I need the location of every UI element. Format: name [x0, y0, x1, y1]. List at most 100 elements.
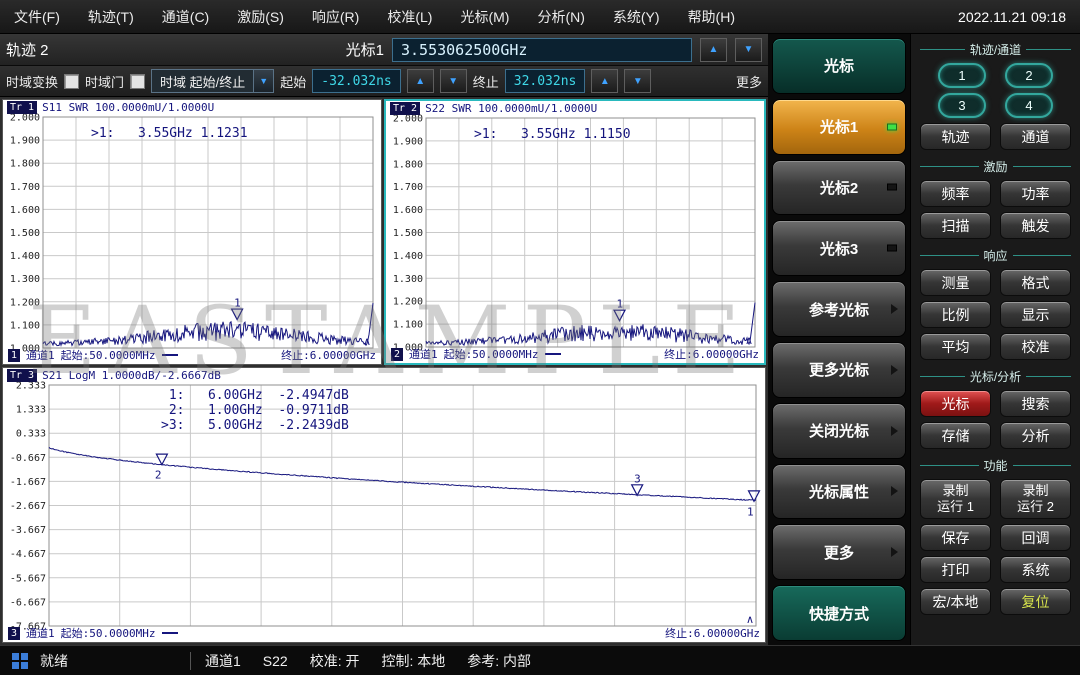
softkey-title-label: 光标 [823, 58, 854, 76]
start-label: 起始 [280, 74, 307, 90]
svg-text:1.100: 1.100 [10, 320, 40, 331]
menu-system[interactable]: 系统(Y) [599, 0, 674, 33]
softkey-menu-title: 光标 [772, 38, 906, 94]
plot-window-1[interactable]: 2.000 1.900 1.800 1.700 1.600 1.500 1.400 1.300… [2, 99, 382, 365]
menu-help[interactable]: 帮助(H) [674, 0, 749, 33]
button-line: 录制 [942, 483, 969, 498]
marker1-value-input[interactable]: 3.553062500GHz [392, 37, 692, 62]
recall-button[interactable]: 回调 [1000, 524, 1071, 551]
stop-up-button[interactable]: ▲ [591, 69, 619, 93]
menu-bar: 文件(F) 轨迹(T) 通道(C) 激励(S) 响应(R) 校准(L) 光标(M… [0, 0, 1080, 34]
menu-analysis[interactable]: 分析(N) [523, 0, 598, 33]
scale-button[interactable]: 比例 [920, 301, 991, 328]
svg-text:1.800: 1.800 [10, 159, 40, 170]
start-up-button[interactable]: ▲ [406, 69, 434, 93]
select-4-button[interactable]: 4 [1005, 93, 1053, 118]
time-transform-label: 时域变换 [6, 74, 59, 90]
softkey-label: 更多光标 [808, 362, 869, 380]
search-button[interactable]: 搜索 [1000, 390, 1071, 417]
svg-text:1.500: 1.500 [10, 228, 40, 239]
trace-chip: Tr 2 [390, 102, 421, 115]
trace-legend-dash [161, 354, 178, 356]
svg-text:2.000: 2.000 [393, 114, 423, 125]
print-button[interactable]: 打印 [920, 556, 991, 583]
trace-button[interactable]: 轨迹 [920, 123, 991, 150]
softkey-label: 光标2 [819, 179, 859, 197]
menu-cal[interactable]: 校准(L) [373, 0, 446, 33]
svg-text:-0.667: -0.667 [10, 453, 46, 464]
stop-value: 32.032ns [513, 73, 577, 89]
stop-down-button[interactable]: ▼ [624, 69, 652, 93]
record-run1-button[interactable]: 录制 运行 1 [920, 479, 991, 519]
svg-text:2.000: 2.000 [10, 113, 40, 124]
start-value-input[interactable]: -32.032ns [312, 69, 401, 93]
time-transform-checkbox[interactable] [64, 73, 80, 89]
app-grid-icon[interactable] [12, 652, 28, 669]
group-response-label: 响应 [920, 247, 1071, 264]
menu-response[interactable]: 响应(R) [298, 0, 373, 33]
save-button[interactable]: 保存 [920, 524, 991, 551]
marker-down-button[interactable]: ▼ [735, 37, 762, 62]
menu-file[interactable]: 文件(F) [0, 0, 74, 33]
menu-marker[interactable]: 光标(M) [446, 0, 523, 33]
sweep-button[interactable]: 扫描 [920, 212, 991, 239]
stop-value-input[interactable]: 32.032ns [504, 69, 586, 93]
macro-local-button[interactable]: 宏/本地 [920, 588, 991, 615]
led-off-icon [887, 183, 897, 191]
marker-up-button[interactable]: ▲ [700, 37, 727, 62]
hardkey-panel: 轨迹/通道 1 2 3 4 轨迹 通道 激励 频率 功率 扫描 触发 响应 测量… [910, 34, 1080, 645]
measure-button[interactable]: 测量 [920, 269, 991, 296]
trigger-button[interactable]: 触发 [1000, 212, 1071, 239]
softkey-more-markers[interactable]: 更多光标 [772, 341, 906, 398]
softkey-marker1[interactable]: 光标1 [772, 98, 906, 155]
power-button[interactable]: 功率 [1000, 180, 1071, 207]
system-button[interactable]: 系统 [1000, 556, 1071, 583]
plot-header: Tr 2 S22 SWR 100.0000mU/1.0000U [390, 102, 597, 115]
softkey-label: 关闭光标 [808, 423, 869, 441]
marker-button[interactable]: 光标 [920, 390, 991, 417]
analysis-button[interactable]: 分析 [1000, 422, 1071, 449]
freq-button[interactable]: 频率 [920, 180, 991, 207]
submenu-arrow-icon [891, 425, 898, 436]
softkey-marker3[interactable]: 光标3 [772, 220, 906, 277]
cal-button[interactable]: 校准 [1000, 333, 1071, 360]
plot-header: Tr 3 S21 LogM 1.0000dB/-2.6667dB [7, 369, 221, 382]
menu-channel[interactable]: 通道(C) [148, 0, 223, 33]
softkey-close-markers[interactable]: 关闭光标 [772, 402, 906, 459]
marker-triangle[interactable] [155, 453, 169, 466]
softkey-marker2[interactable]: 光标2 [772, 159, 906, 216]
marker-triangle[interactable] [630, 484, 644, 497]
menu-stimulus[interactable]: 激励(S) [223, 0, 298, 33]
select-2-button[interactable]: 2 [1005, 63, 1053, 88]
softkey-reference-marker[interactable]: 参考光标 [772, 281, 906, 337]
group-trace-channel-label: 轨迹/通道 [920, 41, 1071, 58]
sweep-stop-label: 终止:6.00000GHz [281, 349, 376, 362]
plot-window-2[interactable]: 2.000 1.900 1.800 1.700 1.600 1.500 1.400 1.300… [384, 99, 766, 365]
time-gate-checkbox[interactable] [130, 73, 146, 89]
softkey-more[interactable]: 更多 [772, 524, 906, 581]
button-line: 录制 [1022, 483, 1049, 498]
start-down-button[interactable]: ▼ [439, 69, 467, 93]
select-1-button[interactable]: 1 [938, 63, 986, 88]
svg-text:1.600: 1.600 [10, 205, 40, 216]
preset-button[interactable]: 复位 [1000, 588, 1071, 615]
trace-chip: Tr 1 [7, 101, 38, 114]
svg-text:1.300: 1.300 [10, 274, 40, 285]
menu-trace[interactable]: 轨迹(T) [74, 0, 148, 33]
softkey-shortcut[interactable]: 快捷方式 [772, 585, 906, 641]
up-arrow-icon: ▲ [415, 75, 426, 87]
more-button[interactable]: 更多 [736, 72, 762, 91]
select-3-button[interactable]: 3 [938, 93, 986, 118]
time-mode-dropdown[interactable]: 时域 起始/终止 ▼ [151, 69, 275, 93]
storage-button[interactable]: 存储 [920, 422, 991, 449]
softkey-marker-properties[interactable]: 光标属性 [772, 463, 906, 520]
channel-button[interactable]: 通道 [1000, 123, 1071, 150]
record-run2-button[interactable]: 录制 运行 2 [1000, 479, 1071, 519]
display-button[interactable]: 显示 [1000, 301, 1071, 328]
average-button[interactable]: 平均 [920, 333, 991, 360]
start-value: -32.032ns [321, 73, 392, 89]
plot-area: 2.000 1.900 1.800 1.700 1.600 1.500 1.400 1.300… [0, 97, 768, 645]
svg-text:1.700: 1.700 [393, 182, 423, 193]
format-button[interactable]: 格式 [1000, 269, 1071, 296]
plot-window-3[interactable]: 2.333 1.333 0.333 -0.667 -1.667 -2.667 -3.667 -… [2, 367, 766, 643]
